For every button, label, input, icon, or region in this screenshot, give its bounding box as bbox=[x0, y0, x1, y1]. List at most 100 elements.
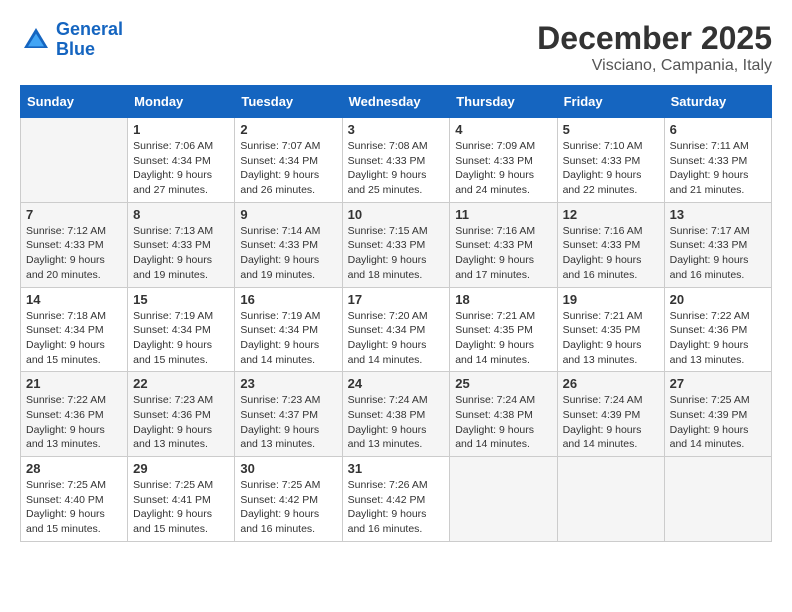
day-info: Sunrise: 7:25 AM Sunset: 4:39 PM Dayligh… bbox=[670, 393, 766, 452]
day-number: 6 bbox=[670, 122, 766, 137]
day-info: Sunrise: 7:13 AM Sunset: 4:33 PM Dayligh… bbox=[133, 224, 229, 283]
day-info: Sunrise: 7:22 AM Sunset: 4:36 PM Dayligh… bbox=[26, 393, 122, 452]
logo: General Blue bbox=[20, 20, 123, 60]
logo-text: General Blue bbox=[56, 20, 123, 60]
day-info: Sunrise: 7:19 AM Sunset: 4:34 PM Dayligh… bbox=[133, 309, 229, 368]
day-number: 9 bbox=[240, 207, 336, 222]
day-info: Sunrise: 7:09 AM Sunset: 4:33 PM Dayligh… bbox=[455, 139, 551, 198]
week-row-1: 1Sunrise: 7:06 AM Sunset: 4:34 PM Daylig… bbox=[21, 118, 772, 203]
day-number: 1 bbox=[133, 122, 229, 137]
location: Visciano, Campania, Italy bbox=[537, 57, 772, 75]
day-info: Sunrise: 7:25 AM Sunset: 4:41 PM Dayligh… bbox=[133, 478, 229, 537]
day-cell: 30Sunrise: 7:25 AM Sunset: 4:42 PM Dayli… bbox=[235, 457, 342, 542]
day-cell bbox=[664, 457, 771, 542]
day-info: Sunrise: 7:10 AM Sunset: 4:33 PM Dayligh… bbox=[563, 139, 659, 198]
day-info: Sunrise: 7:18 AM Sunset: 4:34 PM Dayligh… bbox=[26, 309, 122, 368]
title-area: December 2025 Visciano, Campania, Italy bbox=[537, 20, 772, 75]
week-row-5: 28 Sunrise: 7:25 AM Sunset: 4:40 PM Dayli… bbox=[21, 457, 772, 542]
day-cell: 4 Sunrise: 7:09 AM Sunset: 4:33 PM Daylig… bbox=[450, 118, 557, 203]
day-number: 26 bbox=[563, 376, 659, 391]
day-cell: 11Sunrise: 7:16 AM Sunset: 4:33 PM Dayli… bbox=[450, 202, 557, 287]
day-info: Sunrise: 7:17 AM Sunset: 4:33 PM Dayligh… bbox=[670, 224, 766, 283]
day-number: 7 bbox=[26, 207, 122, 222]
day-info: Sunrise: 7:07 AM Sunset: 4:34 PM Dayligh… bbox=[240, 139, 336, 198]
day-number: 21 bbox=[26, 376, 122, 391]
day-info: Sunrise: 7:08 AM Sunset: 4:33 PM Dayligh… bbox=[348, 139, 445, 198]
day-number: 31 bbox=[348, 461, 445, 476]
day-cell: 7 Sunrise: 7:12 AM Sunset: 4:33 PM Daylig… bbox=[21, 202, 128, 287]
day-cell: 22 Sunrise: 7:23 AM Sunset: 4:36 PM Dayli… bbox=[128, 372, 235, 457]
day-cell bbox=[557, 457, 664, 542]
day-cell: 15 Sunrise: 7:19 AM Sunset: 4:34 PM Dayli… bbox=[128, 287, 235, 372]
day-info: Sunrise: 7:16 AM Sunset: 4:33 PM Dayligh… bbox=[563, 224, 659, 283]
day-cell: 13 Sunrise: 7:17 AM Sunset: 4:33 PM Dayli… bbox=[664, 202, 771, 287]
weekday-header-sunday: Sunday bbox=[21, 86, 128, 118]
weekday-header-saturday: Saturday bbox=[664, 86, 771, 118]
day-cell: 14 Sunrise: 7:18 AM Sunset: 4:34 PM Dayli… bbox=[21, 287, 128, 372]
day-number: 25 bbox=[455, 376, 551, 391]
weekday-header-thursday: Thursday bbox=[450, 86, 557, 118]
weekday-header-monday: Monday bbox=[128, 86, 235, 118]
day-info: Sunrise: 7:23 AM Sunset: 4:36 PM Dayligh… bbox=[133, 393, 229, 452]
day-cell: 16 Sunrise: 7:19 AM Sunset: 4:34 PM Dayli… bbox=[235, 287, 342, 372]
day-number: 15 bbox=[133, 292, 229, 307]
day-cell: 21 Sunrise: 7:22 AM Sunset: 4:36 PM Dayli… bbox=[21, 372, 128, 457]
day-cell: 1Sunrise: 7:06 AM Sunset: 4:34 PM Daylig… bbox=[128, 118, 235, 203]
day-info: Sunrise: 7:16 AM Sunset: 4:33 PM Dayligh… bbox=[455, 224, 551, 283]
day-number: 5 bbox=[563, 122, 659, 137]
day-cell: 23 Sunrise: 7:23 AM Sunset: 4:37 PM Dayli… bbox=[235, 372, 342, 457]
day-info: Sunrise: 7:11 AM Sunset: 4:33 PM Dayligh… bbox=[670, 139, 766, 198]
day-number: 16 bbox=[240, 292, 336, 307]
day-cell: 8 Sunrise: 7:13 AM Sunset: 4:33 PM Daylig… bbox=[128, 202, 235, 287]
day-cell: 5 Sunrise: 7:10 AM Sunset: 4:33 PM Daylig… bbox=[557, 118, 664, 203]
day-number: 23 bbox=[240, 376, 336, 391]
day-cell: 28 Sunrise: 7:25 AM Sunset: 4:40 PM Dayli… bbox=[21, 457, 128, 542]
weekday-header-tuesday: Tuesday bbox=[235, 86, 342, 118]
day-info: Sunrise: 7:25 AM Sunset: 4:42 PM Dayligh… bbox=[240, 478, 336, 537]
day-cell: 2 Sunrise: 7:07 AM Sunset: 4:34 PM Daylig… bbox=[235, 118, 342, 203]
day-info: Sunrise: 7:12 AM Sunset: 4:33 PM Dayligh… bbox=[26, 224, 122, 283]
day-info: Sunrise: 7:24 AM Sunset: 4:38 PM Dayligh… bbox=[348, 393, 445, 452]
day-info: Sunrise: 7:23 AM Sunset: 4:37 PM Dayligh… bbox=[240, 393, 336, 452]
day-cell: 24Sunrise: 7:24 AM Sunset: 4:38 PM Dayli… bbox=[342, 372, 450, 457]
day-info: Sunrise: 7:21 AM Sunset: 4:35 PM Dayligh… bbox=[455, 309, 551, 368]
day-cell: 31 Sunrise: 7:26 AM Sunset: 4:42 PM Dayli… bbox=[342, 457, 450, 542]
weekday-header-row: SundayMondayTuesdayWednesdayThursdayFrid… bbox=[21, 86, 772, 118]
day-cell: 12Sunrise: 7:16 AM Sunset: 4:33 PM Dayli… bbox=[557, 202, 664, 287]
day-cell bbox=[21, 118, 128, 203]
day-info: Sunrise: 7:26 AM Sunset: 4:42 PM Dayligh… bbox=[348, 478, 445, 537]
day-cell: 27 Sunrise: 7:25 AM Sunset: 4:39 PM Dayli… bbox=[664, 372, 771, 457]
day-cell bbox=[450, 457, 557, 542]
day-number: 13 bbox=[670, 207, 766, 222]
day-cell: 9 Sunrise: 7:14 AM Sunset: 4:33 PM Daylig… bbox=[235, 202, 342, 287]
day-info: Sunrise: 7:19 AM Sunset: 4:34 PM Dayligh… bbox=[240, 309, 336, 368]
calendar-body: 1Sunrise: 7:06 AM Sunset: 4:34 PM Daylig… bbox=[21, 118, 772, 542]
day-number: 14 bbox=[26, 292, 122, 307]
day-cell: 17Sunrise: 7:20 AM Sunset: 4:34 PM Dayli… bbox=[342, 287, 450, 372]
day-number: 4 bbox=[455, 122, 551, 137]
day-cell: 18Sunrise: 7:21 AM Sunset: 4:35 PM Dayli… bbox=[450, 287, 557, 372]
page-header: General Blue December 2025 Visciano, Cam… bbox=[20, 20, 772, 75]
month-title: December 2025 bbox=[537, 20, 772, 57]
week-row-4: 21 Sunrise: 7:22 AM Sunset: 4:36 PM Dayli… bbox=[21, 372, 772, 457]
day-number: 8 bbox=[133, 207, 229, 222]
day-info: Sunrise: 7:22 AM Sunset: 4:36 PM Dayligh… bbox=[670, 309, 766, 368]
day-number: 17 bbox=[348, 292, 445, 307]
day-number: 2 bbox=[240, 122, 336, 137]
day-info: Sunrise: 7:15 AM Sunset: 4:33 PM Dayligh… bbox=[348, 224, 445, 283]
day-number: 19 bbox=[563, 292, 659, 307]
day-cell: 29Sunrise: 7:25 AM Sunset: 4:41 PM Dayli… bbox=[128, 457, 235, 542]
day-cell: 19Sunrise: 7:21 AM Sunset: 4:35 PM Dayli… bbox=[557, 287, 664, 372]
week-row-2: 7 Sunrise: 7:12 AM Sunset: 4:33 PM Daylig… bbox=[21, 202, 772, 287]
weekday-header-wednesday: Wednesday bbox=[342, 86, 450, 118]
calendar-header: SundayMondayTuesdayWednesdayThursdayFrid… bbox=[21, 86, 772, 118]
day-number: 22 bbox=[133, 376, 229, 391]
day-cell: 26Sunrise: 7:24 AM Sunset: 4:39 PM Dayli… bbox=[557, 372, 664, 457]
day-cell: 6 Sunrise: 7:11 AM Sunset: 4:33 PM Daylig… bbox=[664, 118, 771, 203]
day-cell: 10Sunrise: 7:15 AM Sunset: 4:33 PM Dayli… bbox=[342, 202, 450, 287]
day-info: Sunrise: 7:14 AM Sunset: 4:33 PM Dayligh… bbox=[240, 224, 336, 283]
day-info: Sunrise: 7:25 AM Sunset: 4:40 PM Dayligh… bbox=[26, 478, 122, 537]
day-number: 27 bbox=[670, 376, 766, 391]
day-number: 28 bbox=[26, 461, 122, 476]
day-number: 3 bbox=[348, 122, 445, 137]
